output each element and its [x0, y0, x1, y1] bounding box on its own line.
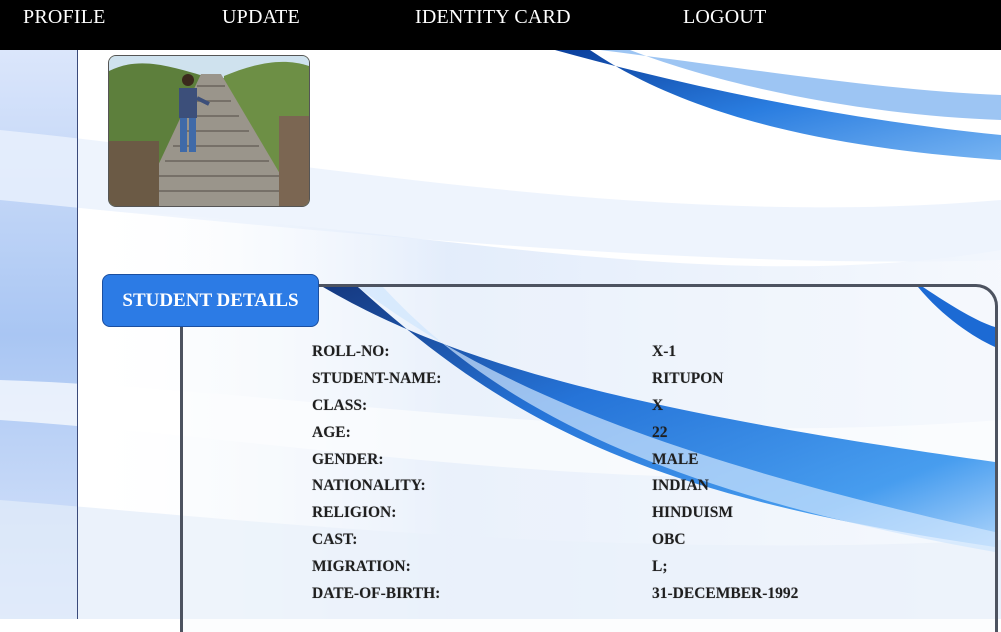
nav-update-link[interactable]: UPDATE [222, 6, 300, 29]
detail-label: DATE-OF-BIRTH: [312, 585, 441, 603]
detail-value: L; [652, 558, 668, 576]
detail-value: RITUPON [652, 369, 724, 387]
detail-row: RELIGION: HINDUISM [312, 504, 832, 531]
detail-label: ROLL-NO: [312, 343, 390, 360]
detail-label: RELIGION: [312, 504, 397, 522]
detail-row: AGE: 22 [312, 424, 832, 451]
detail-value: INDIAN [652, 477, 709, 495]
profile-photo [108, 55, 310, 207]
nav-profile-link[interactable]: PROFILE [23, 6, 106, 29]
detail-value: HINDUISM [652, 504, 733, 522]
top-nav: PROFILE UPDATE IDENTITY CARD LOGOUT [0, 0, 1001, 50]
detail-row: GENDER: MALE [312, 451, 832, 478]
detail-value: 31-DECEMBER-1992 [652, 585, 799, 603]
detail-row: MIGRATION: L; [312, 558, 832, 585]
detail-label: AGE: [312, 423, 351, 441]
nav-logout-link[interactable]: LOGOUT [683, 6, 766, 29]
detail-row: CAST: OBC [312, 531, 832, 558]
details-list: ROLL-NO: X-1 STUDENT-NAME: RITUPON CLASS: X AG… [312, 343, 832, 612]
sidebar-divider [77, 50, 78, 619]
detail-value: X-1 [652, 343, 677, 360]
detail-value: 22 [652, 423, 668, 441]
detail-label: STUDENT-NAME: [312, 369, 442, 387]
detail-label: NATIONALITY: [312, 477, 426, 495]
detail-label: CAST: [312, 531, 358, 549]
detail-row: STUDENT-NAME: RITUPON [312, 370, 832, 397]
detail-label: CLASS: [312, 396, 368, 414]
detail-value: X [652, 396, 664, 414]
detail-value: OBC [652, 531, 686, 549]
detail-row: CLASS: X [312, 397, 832, 424]
detail-row: NATIONALITY: INDIAN [312, 477, 832, 504]
detail-label: MIGRATION: [312, 558, 411, 576]
detail-row: DATE-OF-BIRTH: 31-DECEMBER-1992 [312, 585, 832, 612]
student-details-header: STUDENT DETAILS [102, 274, 319, 327]
detail-row: ROLL-NO: X-1 [312, 343, 832, 370]
detail-label: GENDER: [312, 450, 384, 468]
detail-value: MALE [652, 450, 699, 468]
nav-identity-card-link[interactable]: IDENTITY CARD [415, 6, 571, 29]
